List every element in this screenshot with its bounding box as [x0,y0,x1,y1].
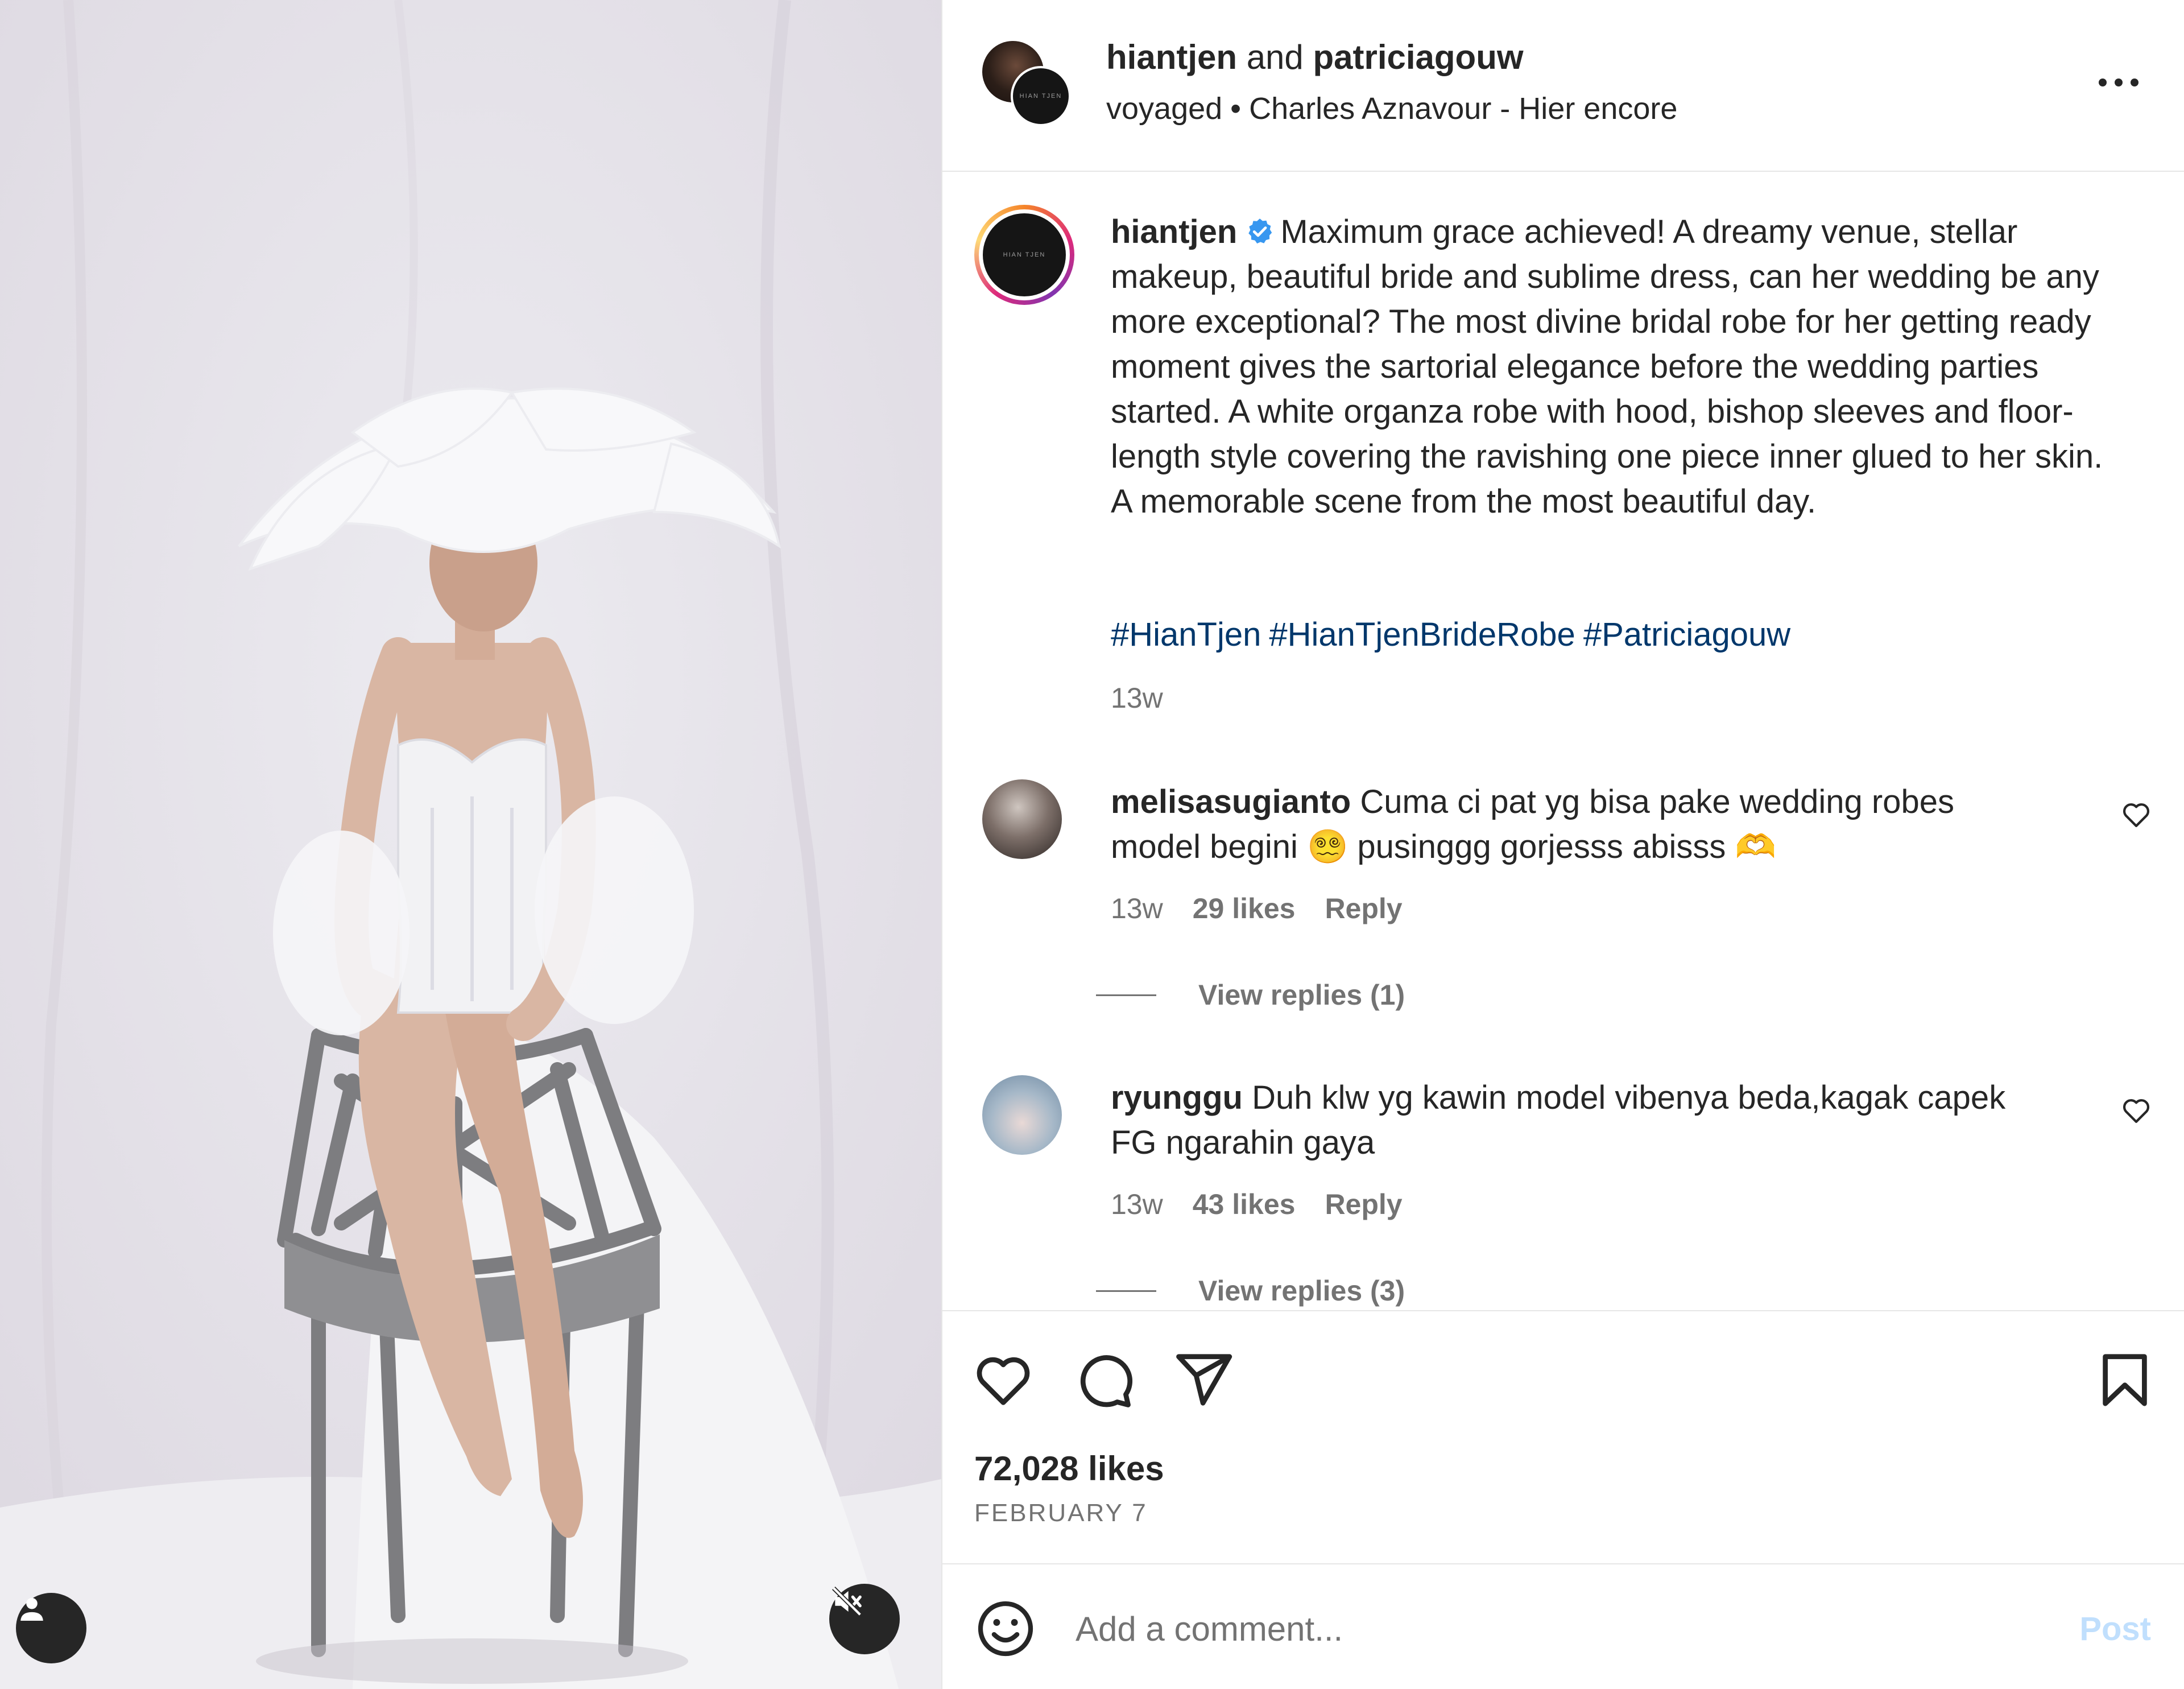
save-button[interactable] [2094,1349,2156,1411]
comment-time[interactable]: 13w [1111,893,1163,924]
more-options-button[interactable] [2093,68,2144,97]
hashtag-link[interactable]: #Patriciagouw [1583,616,1790,653]
comment-body: Duh klw yg kawin model vibenya beda,kaga… [1111,1079,2006,1161]
comment-meta: 13w 43 likes Reply [1111,1188,1432,1221]
hashtag-link[interactable]: #HianTjen [1111,616,1261,653]
smiley-icon [978,1601,1033,1657]
caption-hashtags: #HianTjen #HianTjenBrideRobe #Patriciagouw [1111,616,1798,654]
view-replies-label: View replies (3) [1198,1275,1405,1307]
avatar-logo-text: HIAN TJEN [1019,93,1062,100]
view-replies-button[interactable]: View replies (3) [1096,1274,1405,1307]
post-panel: HIAN TJEN hiantjen and patriciagouw voya… [941,0,2184,1689]
authors-and: and [1246,38,1304,76]
comment-reply-button[interactable]: Reply [1325,1188,1402,1220]
bookmark-icon [2103,1354,2147,1406]
author-link-hiantjen[interactable]: hiantjen [1106,38,1237,76]
audio-artist-link[interactable]: voyaged [1106,92,1222,126]
mute-toggle-button[interactable] [829,1584,900,1654]
caption-avatar[interactable]: HIAN TJEN [974,205,1074,305]
comment-meta: 13w 29 likes Reply [1111,892,1432,925]
post-actions: 72,028 likes FEBRUARY 7 [942,1310,2184,1563]
speaker-muted-icon [832,1587,862,1616]
heart-icon [977,1357,1030,1405]
emoji-picker-button[interactable] [974,1597,1037,1660]
comment-reply-button[interactable]: Reply [1325,893,1402,924]
verified-badge-icon [1248,218,1272,244]
comments-scroll-area[interactable]: HIAN TJEN hiantjen Maximum grace achieve… [942,172,2184,1310]
collab-avatars[interactable]: HIAN TJEN [982,41,1073,132]
commenter-avatar[interactable] [982,1075,1062,1155]
post-photo [0,0,941,1689]
post-comment-button[interactable]: Post [2079,1610,2151,1648]
post-caption: hiantjen Maximum grace achieved! A dream… [1111,209,2123,524]
comment-likes[interactable]: 43 likes [1193,1188,1296,1220]
likes-count[interactable]: 72,028 likes [974,1449,1164,1488]
comment-time[interactable]: 13w [1111,1188,1163,1220]
view-replies-button[interactable]: View replies (1) [1096,978,1405,1011]
add-comment-bar: Post [942,1563,2184,1689]
paper-plane-icon [1176,1354,1232,1406]
post-date[interactable]: FEBRUARY 7 [974,1499,1148,1527]
caption-avatar-logo-text: HIAN TJEN [1003,251,1046,258]
comment-bubble-icon [1080,1355,1133,1407]
comment-likes[interactable]: 29 likes [1193,893,1296,924]
caption-username[interactable]: hiantjen [1111,213,1237,250]
caption-timestamp[interactable]: 13w [1111,682,1163,715]
comment-text: ryunggu Duh klw yg kawin model vibenya b… [1111,1075,2044,1165]
comment-text: melisasugianto Cuma ci pat yg bisa pake … [1111,779,2044,869]
share-button[interactable] [1172,1349,1235,1411]
commenter-username[interactable]: ryunggu [1111,1079,1243,1116]
replies-divider-line [1096,1290,1156,1292]
more-horizontal-icon [2099,79,2138,86]
comment-button[interactable] [1072,1349,1135,1411]
audio-separator: • [1230,92,1242,126]
person-icon [20,1597,43,1621]
heart-icon [2123,1099,2150,1123]
audio-track-link[interactable]: Charles Aznavour - Hier encore [1249,92,1677,126]
comment-like-button[interactable] [2120,799,2152,831]
user-tag-button[interactable] [16,1593,86,1663]
commenter-username[interactable]: melisasugianto [1111,783,1351,820]
commenter-avatar[interactable] [982,779,1062,859]
audio-attribution: voyaged • Charles Aznavour - Hier encore [1106,91,1677,126]
post-media[interactable] [0,0,941,1689]
post-authors: hiantjen and patriciagouw [1106,38,1524,77]
comment-like-button[interactable] [2120,1095,2152,1126]
hashtag-link[interactable]: #HianTjenBrideRobe [1269,616,1575,653]
like-button[interactable] [972,1349,1035,1411]
avatar-hiantjen[interactable]: HIAN TJEN [1011,66,1071,126]
caption-body: Maximum grace achieved! A dreamy venue, … [1111,213,2103,520]
heart-icon [2123,803,2150,827]
comment-input[interactable] [1074,1600,1987,1658]
view-replies-label: View replies (1) [1198,979,1405,1011]
post-header: HIAN TJEN hiantjen and patriciagouw voya… [942,0,2184,172]
author-link-patriciagouw[interactable]: patriciagouw [1313,38,1523,76]
replies-divider-line [1096,994,1156,996]
